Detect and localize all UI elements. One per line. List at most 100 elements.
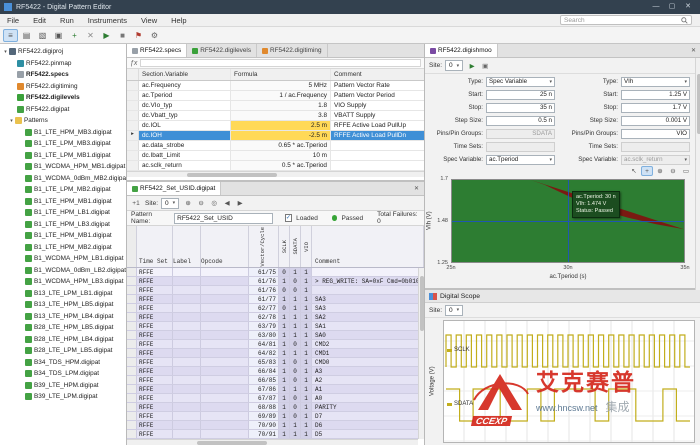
pattern-cell-comment[interactable]: A2 (312, 376, 424, 384)
pattern-cell-label[interactable] (173, 331, 201, 339)
pattern-cell-time-set[interactable]: RFFE (137, 322, 173, 330)
comment-cell[interactable]: RFFE Active Load PullUp (331, 121, 424, 130)
pattern-cell-opcode[interactable] (201, 403, 249, 411)
specs-row[interactable]: ▸dc.IOH-2.5 mRFFE Active Load PullDn (127, 131, 424, 141)
tree-pattern-file[interactable]: B28_LTE_LPM_LB5.digipat (0, 345, 126, 357)
specs-row[interactable]: dc.VIo_typ1.8VIO Supply (127, 101, 424, 111)
pattern-cell-sdata[interactable]: 1 (290, 313, 301, 321)
pattern-cell-label[interactable] (173, 430, 201, 438)
pattern-cell-sclk[interactable]: 1 (279, 340, 290, 348)
pattern-cell-sdata[interactable]: 0 (290, 376, 301, 384)
pattern-cell-vector-cycle[interactable]: 68/88 (249, 403, 279, 411)
pattern-cell-sdata[interactable]: 0 (290, 367, 301, 375)
pattern-hscrollbar[interactable] (127, 439, 418, 445)
pattern-cell-comment[interactable]: SA0 (312, 331, 424, 339)
pattern-cell-sdata[interactable]: 1 (290, 349, 301, 357)
pattern-cell-time-set[interactable]: RFFE (137, 421, 173, 429)
pattern-cell-comment[interactable]: A1 (312, 385, 424, 393)
tree-pattern-file[interactable]: B1_LTE_LPM_MB3.digipat (0, 138, 126, 150)
tree-pattern-file[interactable]: B13_LTE_HPM_LB5.digipat (0, 299, 126, 311)
zoom-in-icon[interactable]: ⊕ (182, 198, 194, 208)
pattern-cell-opcode[interactable] (201, 394, 249, 402)
pattern-cell-sdata[interactable]: 1 (290, 331, 301, 339)
search-input[interactable]: Search (560, 15, 692, 25)
comment-cell[interactable] (331, 141, 424, 150)
pattern-cell-vector-cycle[interactable]: 64/81 (249, 340, 279, 348)
pattern-cell-vector-cycle[interactable]: 65/83 (249, 358, 279, 366)
pattern-cell-label[interactable] (173, 349, 201, 357)
add-icon[interactable]: + (67, 29, 82, 42)
crosshair-icon[interactable]: + (641, 166, 653, 176)
save-icon[interactable]: ▣ (51, 29, 66, 42)
pattern-cell-vio[interactable]: 1 (301, 358, 312, 366)
pattern-cell-opcode[interactable] (201, 412, 249, 420)
col-header-vector-cycle[interactable]: Vector/Cycle (249, 226, 279, 267)
pattern-cell-vector-cycle[interactable]: 62/77 (249, 304, 279, 312)
comment-cell[interactable]: RFFE Active Load PullDn (331, 131, 424, 140)
pattern-cell-comment[interactable]: D5 (312, 430, 424, 438)
pattern-cell-vio[interactable]: 1 (301, 304, 312, 312)
pattern-row[interactable]: RFFE66/85101A2 (127, 376, 424, 385)
tree-rf5422-digitiming[interactable]: RF5422.digitiming (0, 81, 126, 93)
tree-pattern-file[interactable]: B1_LTE_HPM_LB3.digipat (0, 219, 126, 231)
pattern-cell-vector-cycle[interactable]: 62/78 (249, 313, 279, 321)
tree-rf5422-pinmap[interactable]: RF5422.pinmap (0, 58, 126, 70)
pattern-cell-sclk[interactable]: 1 (279, 421, 290, 429)
zoom-out-icon[interactable]: ⊖ (195, 198, 207, 208)
pattern-cell-opcode[interactable] (201, 358, 249, 366)
specs-row[interactable]: ac.sclk_return0.5 * ac.Tperiod (127, 161, 424, 171)
tree-pattern-file[interactable]: B34_TDS_HPM.digipat (0, 357, 126, 369)
tree-pattern-file[interactable]: B28_LTE_HPM_LB4.digipat (0, 334, 126, 346)
pattern-cell-comment[interactable]: A0 (312, 394, 424, 402)
zoom-in-icon[interactable]: ⊕ (654, 166, 666, 176)
pattern-cell-comment[interactable]: D6 (312, 421, 424, 429)
scope-graph[interactable]: SCLKSDATA (443, 320, 695, 443)
variable-cell[interactable]: ac.Frequency (139, 81, 231, 90)
menu-icon[interactable]: ≡ (3, 29, 18, 42)
pattern-row[interactable]: RFFE68/88101PARITY (127, 403, 424, 412)
stop-field[interactable]: 35 n (486, 103, 555, 113)
pattern-cell-sdata[interactable]: 1 (290, 385, 301, 393)
pattern-cell-time-set[interactable]: RFFE (137, 286, 173, 294)
tree-pattern-file[interactable]: B13_LTE_LPM_LB1.digipat (0, 288, 126, 300)
formula-cell[interactable]: 0.65 * ac.Tperiod (231, 141, 331, 150)
pattern-cell-sclk[interactable]: 1 (279, 430, 290, 438)
pattern-row[interactable]: RFFE62/77011SA3 (127, 304, 424, 313)
pattern-cell-label[interactable] (173, 376, 201, 384)
col-header-vio[interactable]: VIO (301, 226, 312, 267)
zoom-fit-icon[interactable]: ▭ (680, 166, 692, 176)
pattern-row[interactable]: RFFE61/76101> REG_WRITE: SA=0xF Cmd=0b01… (127, 277, 424, 286)
col-header-sdata[interactable]: SDATA (290, 226, 301, 267)
pattern-row[interactable]: RFFE63/80111SA0 (127, 331, 424, 340)
pattern-cell-vector-cycle[interactable]: 70/90 (249, 421, 279, 429)
pattern-name-input[interactable]: RF5422_Set_USID (174, 213, 272, 224)
pattern-cell-sdata[interactable]: 0 (290, 358, 301, 366)
pattern-cell-vio[interactable]: 1 (301, 421, 312, 429)
formula-cell[interactable]: 2.5 m (231, 121, 331, 130)
zoom-fit-icon[interactable]: ◎ (208, 198, 220, 208)
pattern-cell-opcode[interactable] (201, 385, 249, 393)
col-header-sclk[interactable]: SCLK (279, 226, 290, 267)
tree-pattern-file[interactable]: B1_LTE_HPM_MB3.digipat (0, 127, 126, 139)
pattern-cell-vio[interactable]: 1 (301, 268, 312, 276)
pattern-cell-comment[interactable] (312, 286, 424, 294)
open-icon[interactable]: ▧ (35, 29, 50, 42)
formula-input[interactable] (140, 59, 421, 67)
pattern-cell-opcode[interactable] (201, 295, 249, 303)
pattern-cell-vio[interactable]: 1 (301, 376, 312, 384)
pattern-cell-time-set[interactable]: RFFE (137, 349, 173, 357)
pattern-cell-time-set[interactable]: RFFE (137, 412, 173, 420)
pattern-cell-label[interactable] (173, 268, 201, 276)
pattern-cell-vio[interactable]: 1 (301, 331, 312, 339)
variable-cell[interactable]: ac.Tperiod (139, 91, 231, 100)
pattern-cell-sdata[interactable]: 1 (290, 421, 301, 429)
pattern-cell-opcode[interactable] (201, 376, 249, 384)
pattern-cell-comment[interactable] (312, 268, 424, 276)
type-field[interactable]: Spec Variable▾ (486, 77, 555, 87)
new-file-icon[interactable]: ▤ (19, 29, 34, 42)
pattern-cell-label[interactable] (173, 286, 201, 294)
save-results-icon[interactable]: ▣ (479, 61, 491, 71)
run-shmoo-icon[interactable]: ▶ (466, 61, 478, 71)
col-header-formula[interactable]: Formula (231, 69, 331, 80)
pattern-cell-sclk[interactable]: 0 (279, 286, 290, 294)
